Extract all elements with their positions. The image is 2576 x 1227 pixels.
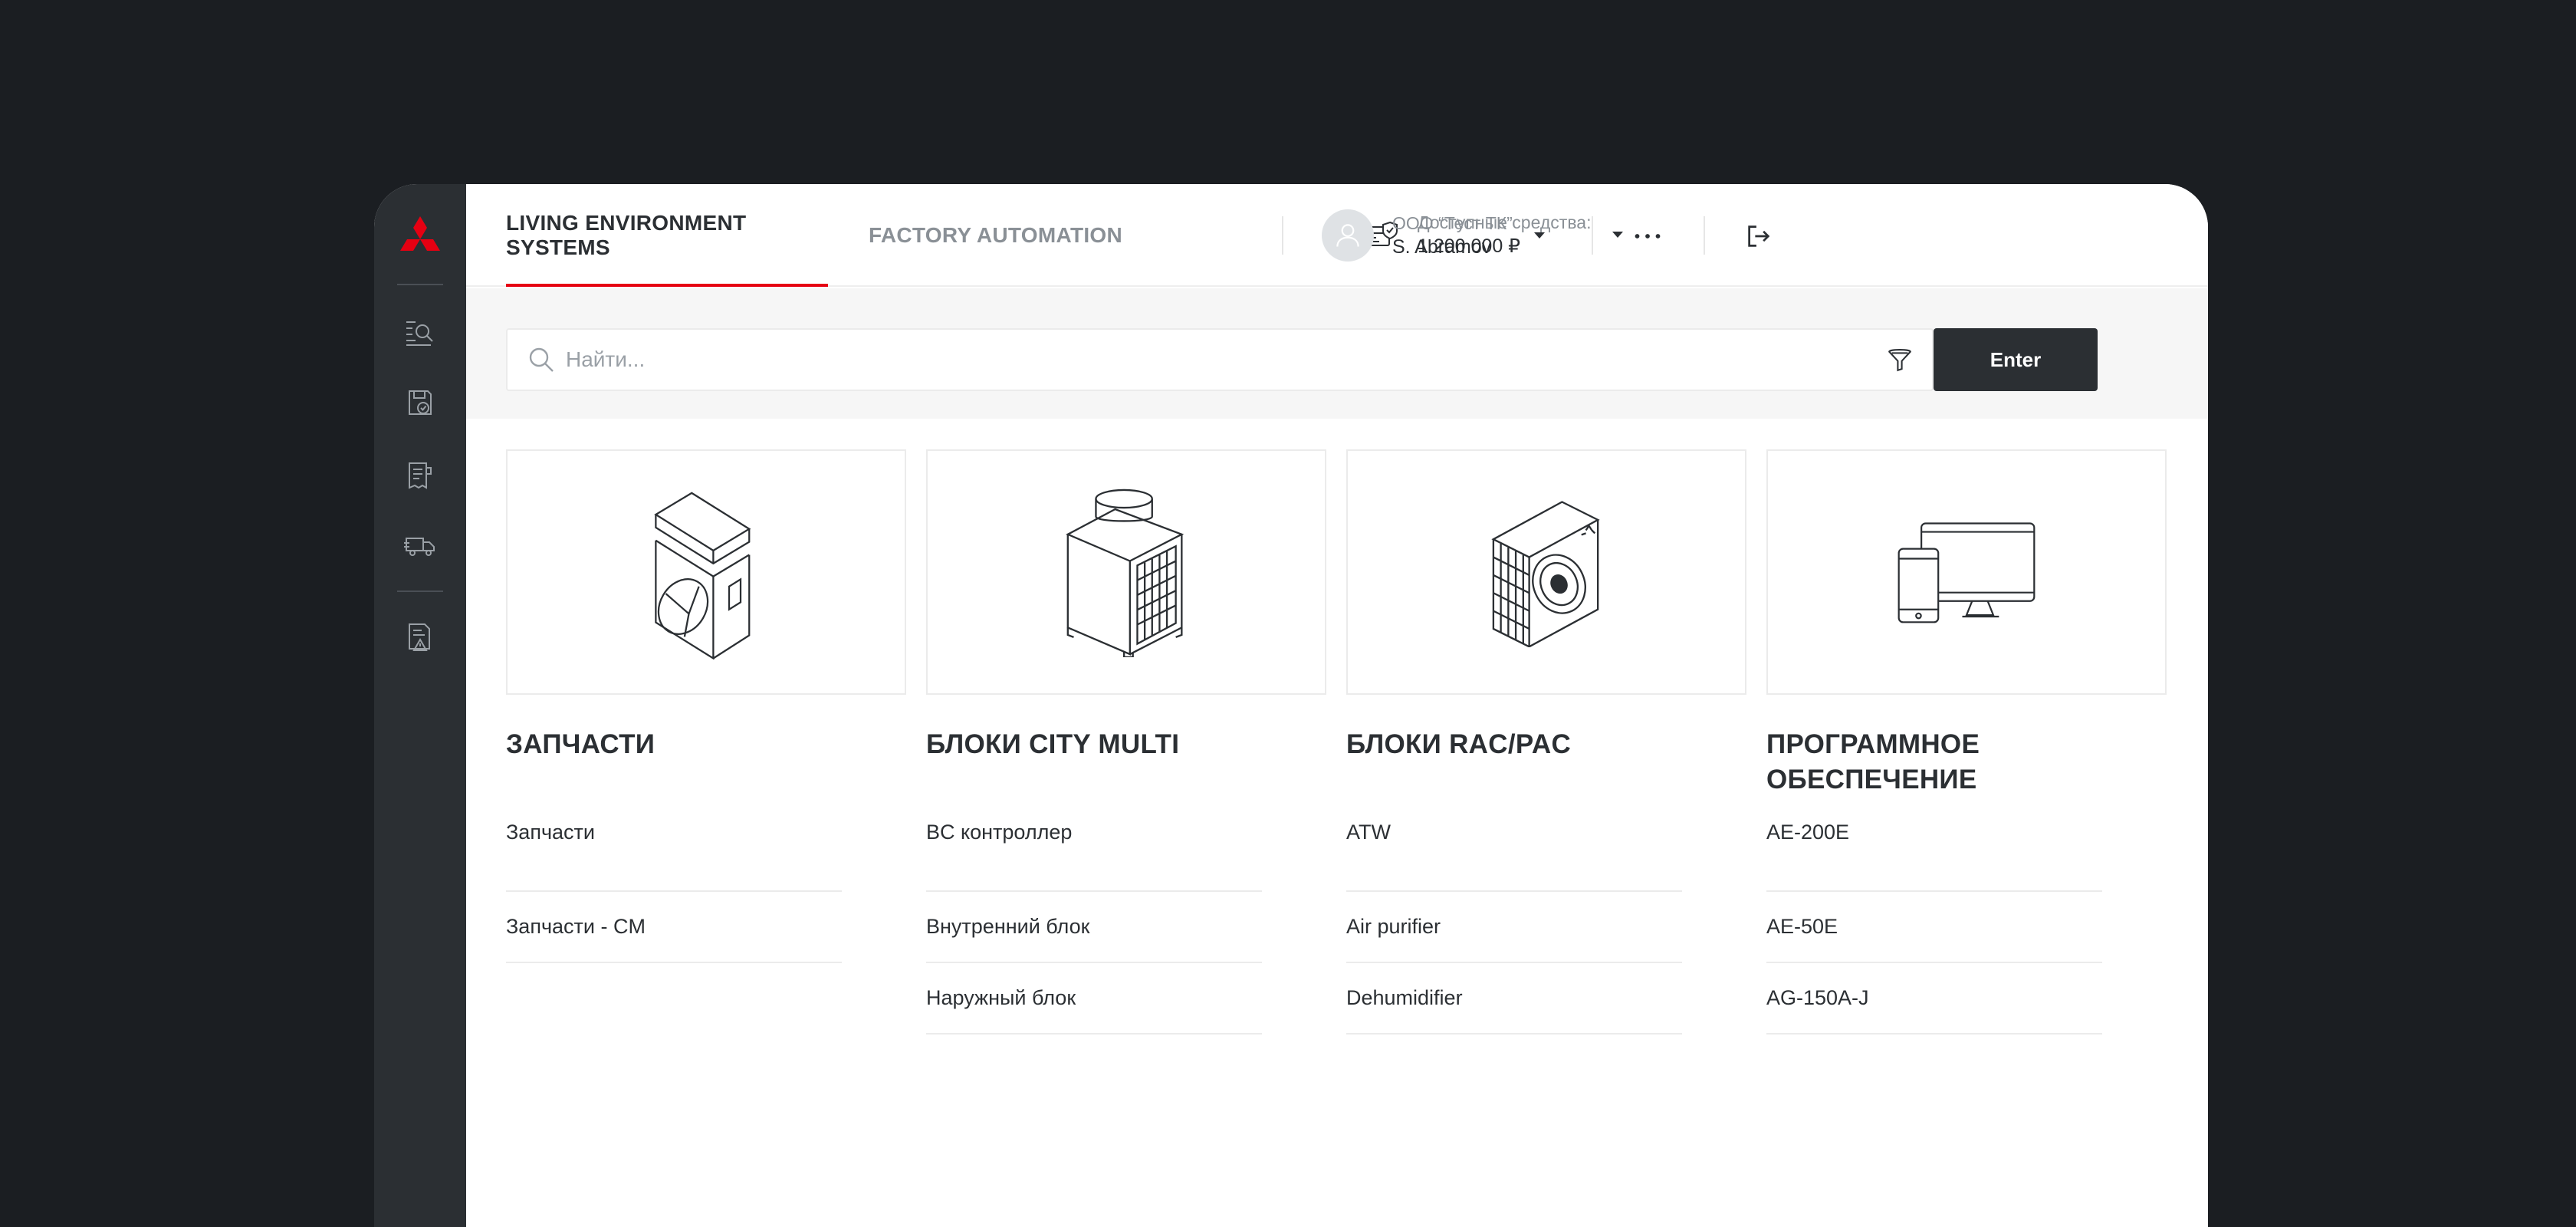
top-bar: LIVING ENVIRONMENT SYSTEMS FACTORY AUTOM…: [466, 184, 2208, 287]
category-image[interactable]: [1766, 449, 2167, 695]
avatar: [1322, 209, 1374, 262]
tab-label: LIVING ENVIRONMENT SYSTEMS: [506, 211, 747, 259]
category-link[interactable]: ATW: [1346, 821, 1682, 892]
search-input[interactable]: [566, 337, 1883, 383]
mitsubishi-logo-icon[interactable]: [394, 215, 446, 261]
tab-living-environment-systems[interactable]: LIVING ENVIRONMENT SYSTEMS: [506, 184, 828, 287]
catalog-search-icon[interactable]: [402, 314, 439, 351]
category-link[interactable]: Внутренний блок: [926, 892, 1262, 963]
spare-parts-unit-icon: [654, 492, 751, 660]
search-icon: [529, 347, 554, 372]
category-card-city-multi: БЛОКИ CITY MULTI BC контроллер Внутренни…: [926, 449, 1326, 1035]
search-field: [506, 328, 1934, 391]
category-links: BC контроллер Внутренний блок Наружный б…: [926, 821, 1262, 1035]
sidebar-divider: [397, 590, 443, 592]
rac-pac-outdoor-unit-icon: [1491, 501, 1600, 647]
category-link[interactable]: Наружный блок: [926, 963, 1262, 1035]
filter-button[interactable]: [1883, 343, 1917, 377]
category-link[interactable]: Запчасти: [506, 821, 842, 892]
user-name: S. Abramov: [1392, 236, 1492, 258]
user-icon: [1336, 224, 1359, 247]
category-title[interactable]: ПРОГРАММНОЕ ОБЕСПЕЧЕНИЕ: [1766, 727, 2167, 798]
sidebar-divider: [397, 284, 443, 285]
category-card-rac-pac: БЛОКИ RAC/PAC ATW Air purifier Dehumidif…: [1346, 449, 1746, 1035]
category-links: ATW Air purifier Dehumidifier: [1346, 821, 1682, 1035]
filter-icon: [1888, 349, 1911, 372]
header-divider: [1704, 216, 1705, 255]
category-link[interactable]: AE-50E: [1766, 892, 2102, 963]
category-link[interactable]: AG-150A-J: [1766, 963, 2102, 1035]
ellipsis-icon: [1635, 234, 1661, 238]
software-devices-icon: [1898, 522, 2036, 623]
user-account-dropdown[interactable]: ООО “Тест ТК” S. Abramov: [1322, 209, 1545, 262]
sidebar: [374, 184, 466, 1227]
logout-icon: [1748, 225, 1770, 247]
tab-factory-automation[interactable]: FACTORY AUTOMATION: [869, 184, 1122, 287]
more-options-button[interactable]: [1629, 221, 1666, 252]
header-divider: [1282, 216, 1283, 255]
category-link[interactable]: Запчасти - CM: [506, 892, 842, 963]
city-multi-unit-icon: [1066, 488, 1184, 657]
category-link[interactable]: AE-200E: [1766, 821, 2102, 892]
category-link[interactable]: Dehumidifier: [1346, 963, 1682, 1035]
category-image[interactable]: [926, 449, 1326, 695]
category-card-software: ПРОГРАММНОЕ ОБЕСПЕЧЕНИЕ AE-200E AE-50E A…: [1766, 449, 2167, 1035]
chevron-down-icon: [1533, 232, 1545, 238]
category-link[interactable]: BC контроллер: [926, 821, 1262, 892]
invoice-icon[interactable]: [402, 457, 439, 494]
delivery-truck-icon[interactable]: [402, 528, 439, 564]
category-image[interactable]: [1346, 449, 1746, 695]
category-card-spare-parts: ЗАПЧАСТИ Запчасти Запчасти - CM: [506, 449, 906, 963]
search-area: Enter: [466, 288, 2208, 419]
header-divider: [1592, 216, 1593, 255]
category-title[interactable]: ЗАПЧАСТИ: [506, 727, 906, 798]
category-image[interactable]: [506, 449, 906, 695]
enter-button[interactable]: Enter: [1934, 328, 2098, 391]
company-name: ООО “Тест ТК”: [1392, 213, 1513, 233]
document-warning-icon[interactable]: [402, 620, 439, 656]
category-links: Запчасти Запчасти - CM: [506, 821, 842, 963]
category-title[interactable]: БЛОКИ RAC/PAC: [1346, 727, 1746, 798]
app-window: LIVING ENVIRONMENT SYSTEMS FACTORY AUTOM…: [374, 184, 2208, 1227]
chevron-down-icon: [1612, 232, 1624, 238]
tab-label: FACTORY AUTOMATION: [869, 223, 1123, 247]
category-link[interactable]: Air purifier: [1346, 892, 1682, 963]
saved-orders-icon[interactable]: [402, 385, 439, 422]
category-links: AE-200E AE-50E AG-150A-J: [1766, 821, 2102, 1035]
logout-button[interactable]: [1742, 219, 1776, 253]
category-title[interactable]: БЛОКИ CITY MULTI: [926, 727, 1326, 798]
